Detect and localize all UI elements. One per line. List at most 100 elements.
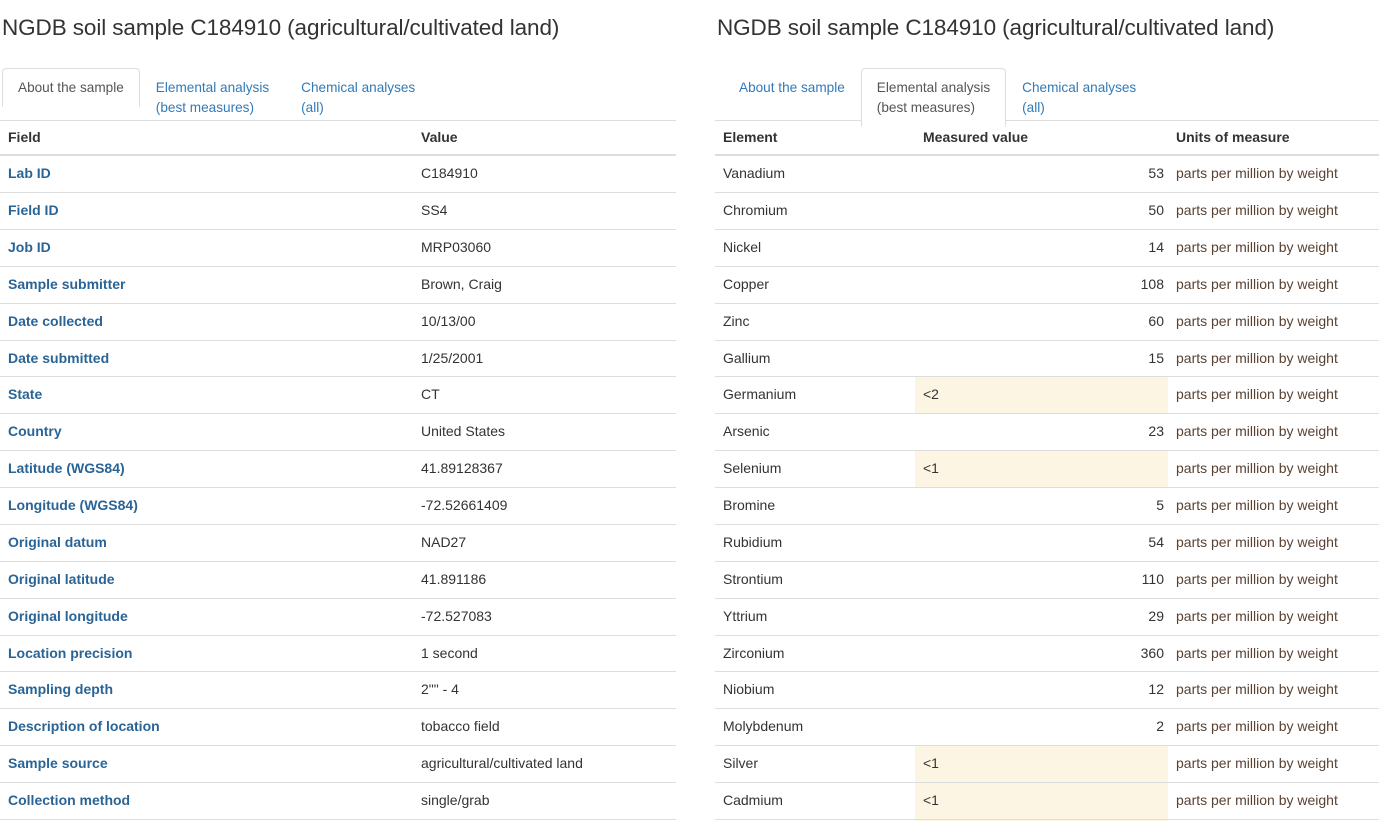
element-name: Cadmium: [715, 782, 915, 820]
table-row: Copper 108 parts per million by weight: [715, 265, 1379, 304]
element-name: Rubidium: [715, 523, 915, 562]
table-row: Sample source agricultural/cultivated lan…: [0, 745, 676, 783]
field-name-link[interactable]: Original latitude: [0, 560, 413, 599]
element-name: Gallium: [715, 339, 915, 377]
table-row: Cadmium <1 parts per million by weight: [715, 782, 1379, 820]
tab-elemental-analysis[interactable]: Elemental analysis (best measures): [860, 68, 1007, 127]
tab-label-line1: Elemental analysis: [155, 80, 270, 96]
field-value: single/grab: [413, 782, 676, 820]
tab-elemental-analysis[interactable]: Elemental analysis (best measures): [140, 68, 285, 126]
field-value: United States: [413, 413, 676, 451]
field-value: -72.52661409: [413, 487, 676, 525]
table-row: Nickel 14 parts per million by weight: [715, 228, 1379, 267]
field-name-link[interactable]: Latitude (WGS84): [0, 450, 413, 488]
field-name-link[interactable]: Date collected: [0, 302, 413, 340]
measured-value: 29: [915, 597, 1168, 635]
element-name: Zinc: [715, 302, 915, 340]
field-name-link[interactable]: Date submitted: [0, 339, 413, 377]
table-row: Selenium <1 parts per million by weight: [715, 450, 1379, 488]
tab-label-line2: (all): [301, 99, 324, 115]
column-header-value: Value: [413, 121, 676, 157]
element-name: Bromine: [715, 487, 915, 525]
tab-chemical-analyses[interactable]: Chemical analyses (all): [285, 68, 431, 126]
field-name-link[interactable]: Sample submitter: [0, 265, 413, 304]
table-row: Sample submitter Brown, Craig: [0, 265, 676, 304]
measured-value: 54: [915, 523, 1168, 562]
field-value: SS4: [413, 192, 676, 230]
field-name-link[interactable]: Field ID: [0, 192, 413, 230]
units-of-measure: parts per million by weight: [1168, 487, 1379, 525]
measured-value-below-detection: <1: [915, 782, 1168, 820]
measured-value-below-detection: <2: [915, 376, 1168, 414]
element-name: Strontium: [715, 560, 915, 599]
field-name-link[interactable]: Sample source: [0, 745, 413, 783]
tab-label-line2: (best measures): [876, 99, 976, 115]
table-row: Chromium 50 parts per million by weight: [715, 192, 1379, 230]
units-of-measure: parts per million by weight: [1168, 597, 1379, 635]
field-value: MRP03060: [413, 228, 676, 267]
element-name: Germanium: [715, 376, 915, 414]
units-of-measure: parts per million by weight: [1168, 708, 1379, 746]
table-row: Vanadium 53 parts per million by weight: [715, 155, 1379, 192]
field-value: 41.891186: [413, 560, 676, 599]
field-name-link[interactable]: Original longitude: [0, 597, 413, 635]
field-value: 41.89128367: [413, 450, 676, 488]
page-root: NGDB soil sample C184910 (agricultural/c…: [0, 0, 1379, 821]
field-value: 1/25/2001: [413, 339, 676, 377]
table-row: Rubidium 54 parts per million by weight: [715, 523, 1379, 562]
measured-value: 23: [915, 413, 1168, 451]
table-row: Arsenic 23 parts per million by weight: [715, 413, 1379, 451]
units-of-measure: parts per million by weight: [1168, 523, 1379, 562]
measured-value: 110: [915, 560, 1168, 599]
right-tab-strip: About the sample Elemental analysis (best …: [715, 68, 1379, 127]
measured-value: 5: [915, 487, 1168, 525]
tab-about-the-sample[interactable]: About the sample: [2, 68, 140, 107]
table-row: Molybdenum 2 parts per million by weight: [715, 708, 1379, 746]
measured-value-below-detection: <1: [915, 450, 1168, 488]
right-sample-panel: NGDB soil sample C184910 (agricultural/c…: [690, 0, 1379, 821]
table-row: Location precision 1 second: [0, 634, 676, 672]
field-name-link[interactable]: Longitude (WGS84): [0, 487, 413, 525]
units-of-measure: parts per million by weight: [1168, 671, 1379, 709]
tab-label-line1: Elemental analysis: [876, 80, 991, 96]
field-name-link[interactable]: Original datum: [0, 523, 413, 562]
table-row: State CT: [0, 376, 676, 414]
field-name-link[interactable]: Collection method: [0, 782, 413, 820]
field-value: 1 second: [413, 634, 676, 672]
measured-value: 53: [1148, 165, 1164, 182]
table-row: Sampling depth 2"" - 4: [0, 671, 676, 709]
field-name-link[interactable]: Country: [0, 413, 413, 451]
table-row: Longitude (WGS84) -72.52661409: [0, 487, 676, 525]
table-row: Strontium 110 parts per million by weight: [715, 560, 1379, 599]
table-row: Silver <1 parts per million by weight: [715, 745, 1379, 783]
table-row: Gallium 15 parts per million by weight: [715, 339, 1379, 377]
tab-chemical-analyses[interactable]: Chemical analyses (all): [1006, 68, 1152, 126]
page-title: NGDB soil sample C184910 (agricultural/c…: [717, 15, 1275, 40]
table-row: Zirconium 360 parts per million by weight: [715, 634, 1379, 672]
field-name-link[interactable]: Job ID: [0, 228, 413, 267]
field-value: 2"" - 4: [413, 671, 676, 709]
field-name-link[interactable]: Sampling depth: [0, 671, 413, 709]
field-name-link[interactable]: Location precision: [0, 634, 413, 672]
element-name: Silver: [715, 745, 915, 783]
field-name-link[interactable]: Description of location: [0, 708, 413, 746]
field-value: 10/13/00: [413, 302, 676, 340]
field-name-link[interactable]: State: [0, 376, 413, 414]
element-name: Vanadium: [723, 165, 786, 182]
table-row: Date collected 10/13/00: [0, 302, 676, 340]
element-name: Copper: [715, 265, 915, 304]
units-of-measure: parts per million by weight: [1168, 782, 1379, 820]
table-row: Niobium 12 parts per million by weight: [715, 671, 1379, 709]
tab-label-line1: About the sample: [739, 80, 845, 96]
tab-label-line2: (best measures): [155, 99, 255, 115]
tab-label-line1: Chemical analyses: [1022, 80, 1137, 96]
tab-about-the-sample[interactable]: About the sample: [723, 68, 861, 107]
about-the-sample-table: Field Value Lab ID C184910 Field ID SS4 Job …: [0, 121, 676, 821]
units-of-measure: parts per million by weight: [1168, 192, 1379, 230]
table-row: Zinc 60 parts per million by weight: [715, 302, 1379, 340]
units-of-measure: parts per million by weight: [1168, 745, 1379, 783]
left-sample-panel: NGDB soil sample C184910 (agricultural/c…: [0, 0, 690, 821]
field-name-link[interactable]: Lab ID: [0, 155, 413, 192]
field-value: Brown, Craig: [413, 265, 676, 304]
units-of-measure: parts per million by weight: [1168, 302, 1379, 340]
